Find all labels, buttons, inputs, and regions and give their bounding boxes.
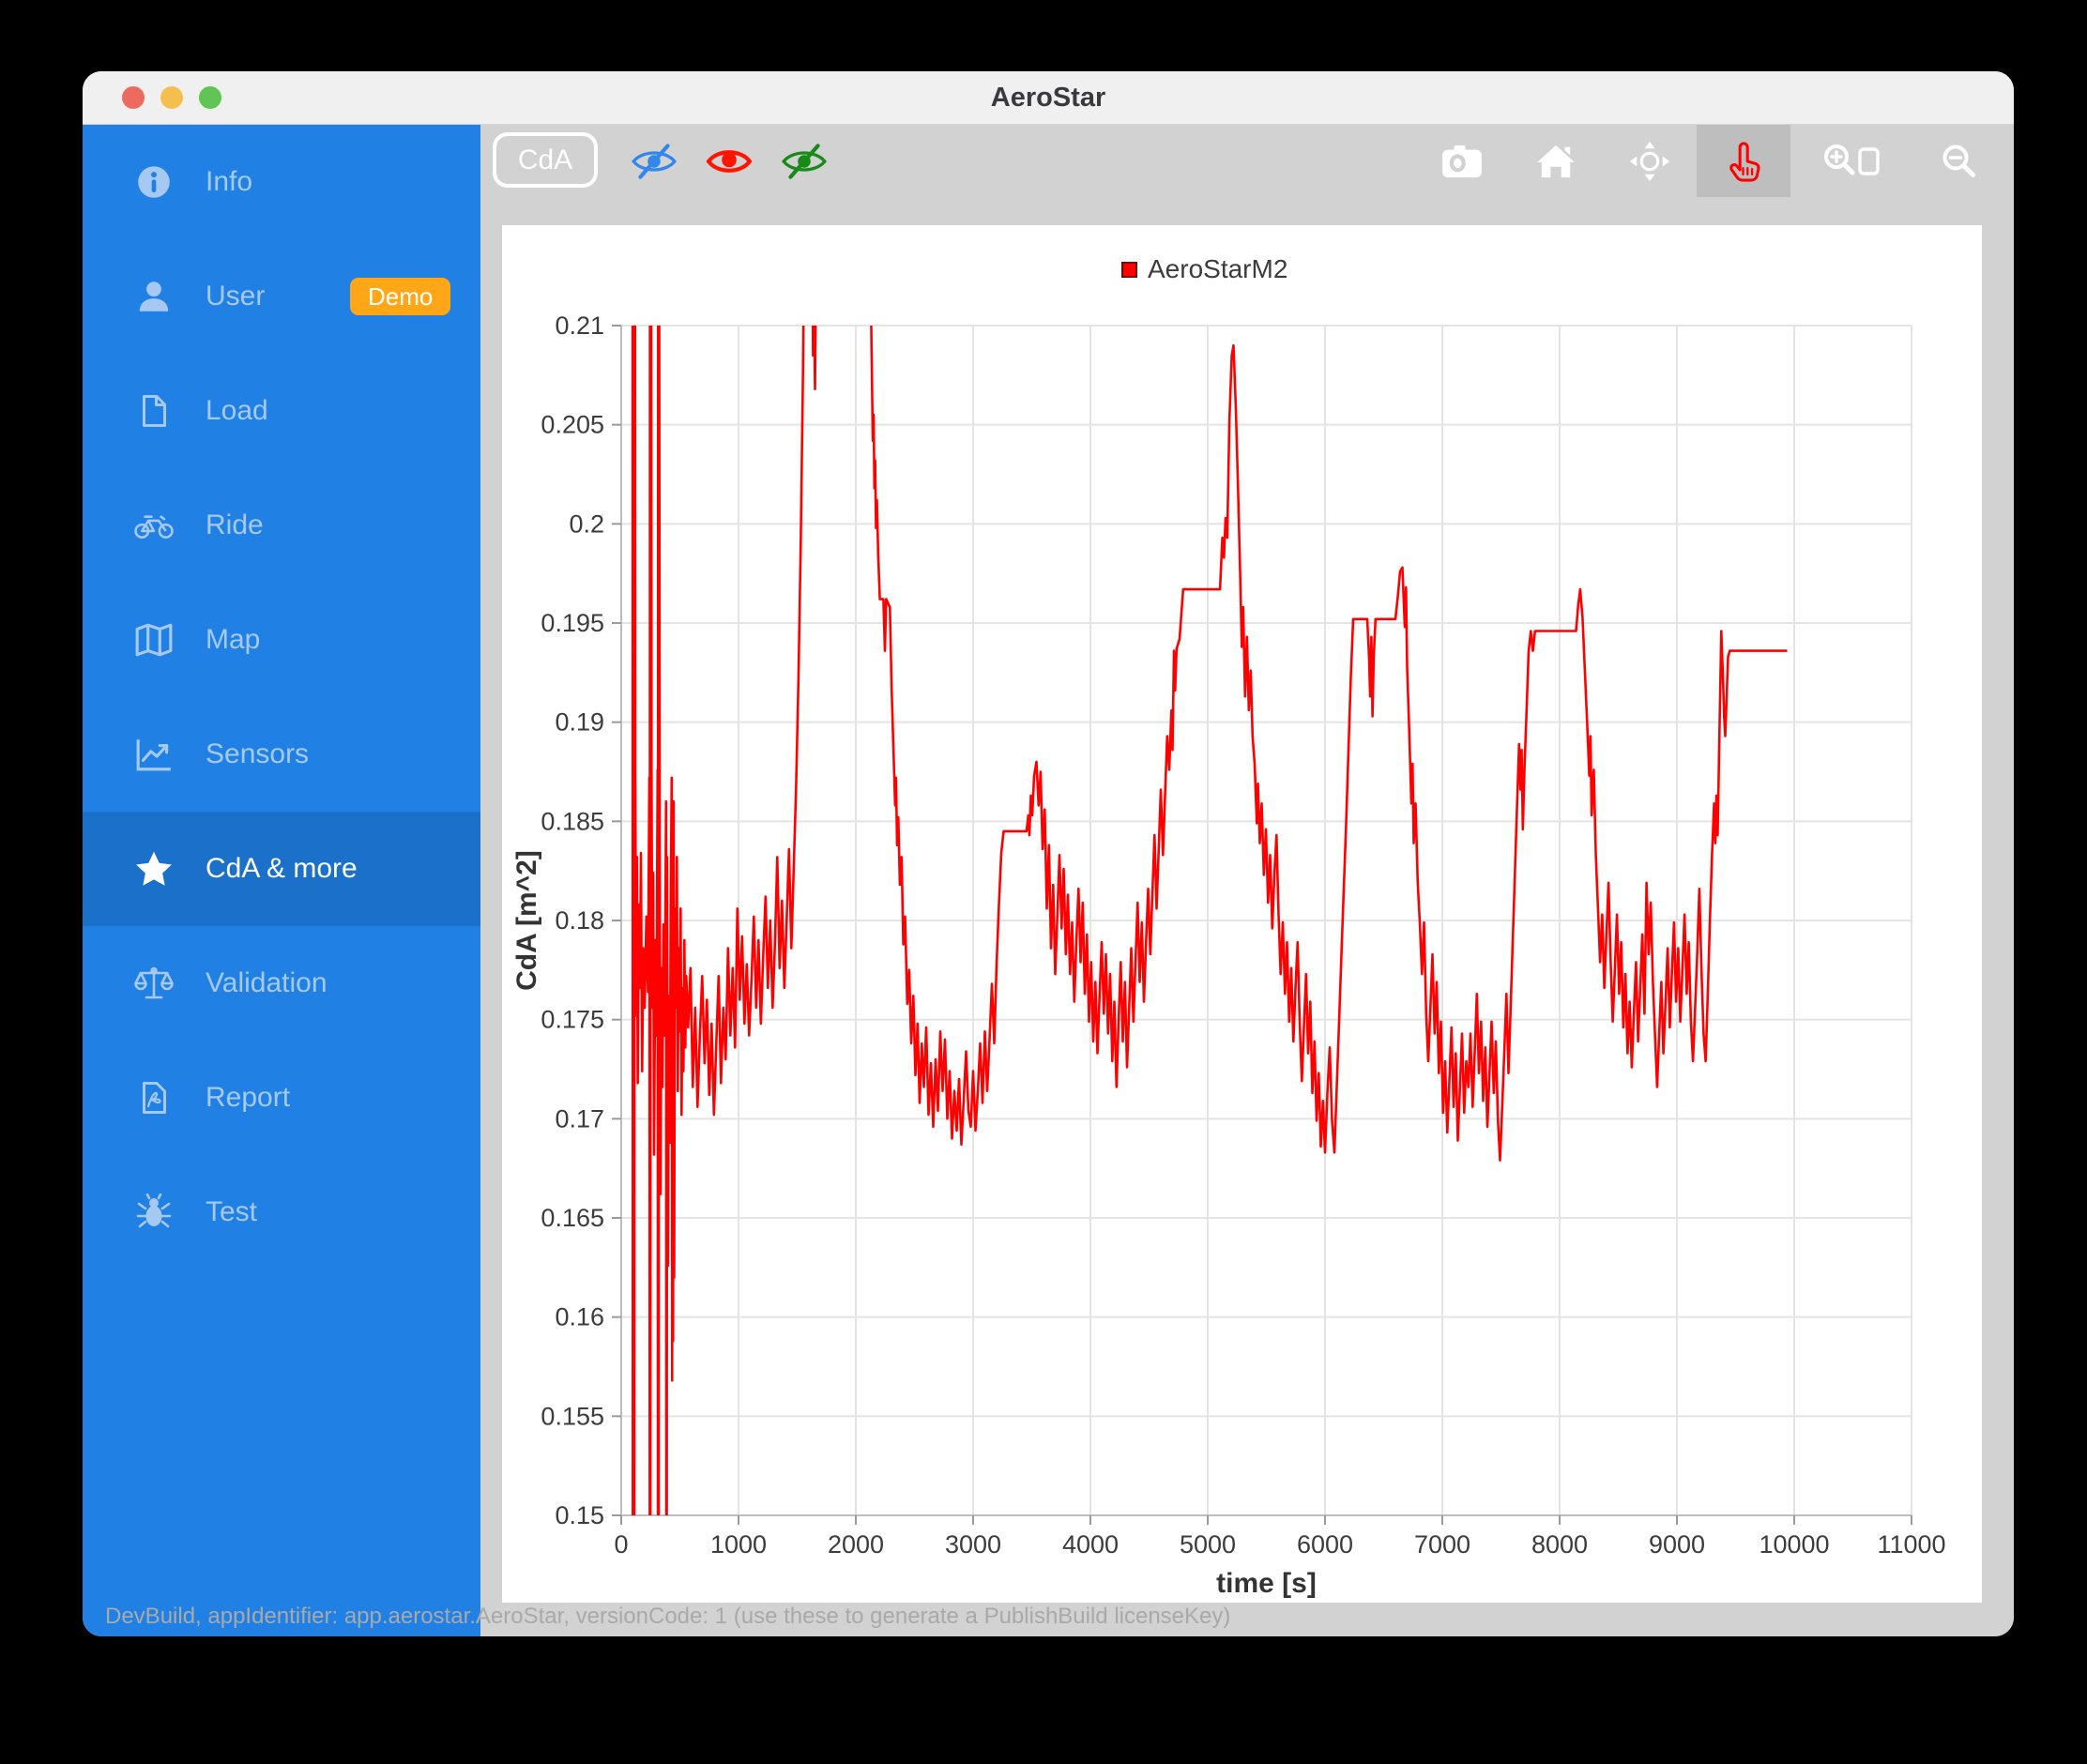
x-tick-label: 1000 [710,1530,767,1559]
y-tick-label: 0.16 [555,1303,604,1331]
x-tick-label: 9000 [1649,1530,1705,1559]
y-tick-label: 0.205 [541,411,604,439]
sidebar-item-load[interactable]: Load [83,354,480,468]
cda-button[interactable]: CdA [493,132,598,188]
toggle-series-blue-button[interactable] [617,143,692,180]
y-tick-label: 0.185 [541,807,604,835]
bug-icon [133,1192,175,1233]
sidebar-item-label: User [206,281,266,312]
close-button[interactable] [122,86,145,109]
x-tick-label: 11000 [1877,1530,1945,1559]
x-tick-label: 4000 [1062,1530,1119,1559]
sidebar-item-ride[interactable]: Ride [83,468,480,583]
home-icon [1535,144,1577,179]
x-tick-label: 8000 [1531,1530,1588,1559]
demo-badge: Demo [350,278,451,315]
sidebar-item-label: Map [206,624,261,655]
app-window: AeroStar Info User Demo Load Ride Map Sensors C… [83,71,2014,1636]
zoom-in-box-icon [1822,143,1881,180]
sidebar-item-label: Validation [206,967,328,998]
plot-toolbar: CdA [480,125,2014,200]
file-icon [133,390,175,432]
x-tick-label: 10000 [1759,1530,1829,1559]
pan-tool-button[interactable] [1697,125,1790,197]
sidebar-item-label: Ride [206,509,264,540]
sidebar-item-label: Sensors [206,738,310,769]
y-axis-label: CdA [m^2] [511,850,542,991]
info-icon [133,161,175,203]
chart-plot-area[interactable] [621,326,1912,1515]
y-tick-label: 0.165 [541,1204,604,1232]
user-icon [133,276,175,317]
minimize-button[interactable] [160,86,183,109]
x-tick-label: 3000 [945,1530,1001,1559]
x-tick-label: 7000 [1414,1530,1470,1559]
toggle-series-red-button[interactable] [692,143,767,180]
traffic-lights [122,71,221,124]
y-tick-label: 0.17 [555,1104,604,1133]
y-tick-label: 0.15 [555,1501,604,1529]
legend: AeroStarM2 [1121,254,1287,283]
eye-icon [706,143,753,180]
content-area: 0 1000 2000 3000 4000 5000 6000 7000 8000 9000 100… [480,197,2014,1636]
y-tick-label: 0.175 [541,1006,604,1034]
sidebar-item-label: Test [206,1196,258,1227]
sidebar-item-label: CdA & more [206,853,358,884]
sidebar-item-info[interactable]: Info [83,125,480,239]
home-view-button[interactable] [1509,125,1603,197]
toggle-series-green-button[interactable] [767,143,842,180]
window-title: AeroStar [990,82,1106,113]
x-tick-label: 0 [614,1530,628,1559]
zoom-out-button[interactable] [1912,125,2006,197]
sidebar: Info User Demo Load Ride Map Sensors CdA & more… [83,125,480,1636]
hand-icon [1724,140,1763,183]
x-tick-label: 2000 [828,1530,884,1559]
star-icon [133,848,175,890]
series-visibility-group [617,125,842,197]
titlebar: AeroStar [83,71,2014,125]
legend-label: AeroStarM2 [1148,254,1287,283]
plot-view-tools [1415,125,2006,197]
sidebar-item-label: Report [206,1082,291,1113]
sidebar-item-test[interactable]: Test [83,1155,480,1270]
y-tick-label: 0.21 [555,312,604,340]
sidebar-item-label: Info [206,166,253,197]
chart-line-icon [133,734,175,775]
balance-scale-icon [133,963,175,1004]
sidebar-item-validation[interactable]: Validation [83,926,480,1041]
sidebar-item-map[interactable]: Map [83,583,480,697]
snapshot-button[interactable] [1415,125,1509,197]
x-axis-label: time [s] [1216,1568,1317,1599]
sidebar-item-cda-more[interactable]: CdA & more [83,812,480,926]
move-view-button[interactable] [1603,125,1697,197]
bicycle-icon [133,505,175,546]
cda-chart[interactable]: 0 1000 2000 3000 4000 5000 6000 7000 8000 9000 100… [502,225,1982,1603]
build-info-text: DevBuild, appIdentifier: app.aerostar.Ae… [105,1604,1231,1629]
zoom-box-button[interactable] [1790,125,1912,197]
sidebar-item-label: Load [206,395,268,426]
zoom-out-icon [1941,143,1978,180]
camera-icon [1440,144,1484,179]
y-tick-label: 0.195 [541,609,604,637]
x-tick-label: 6000 [1297,1530,1353,1559]
eye-off-icon [631,143,678,180]
sidebar-item-sensors[interactable]: Sensors [83,697,480,812]
fullscreen-button[interactable] [199,86,221,109]
y-tick-label: 0.18 [555,906,604,935]
x-tick-label: 5000 [1180,1530,1236,1559]
y-tick-label: 0.2 [569,509,604,538]
chart-panel: 0 1000 2000 3000 4000 5000 6000 7000 8000 9000 100… [502,225,1982,1603]
y-tick-label: 0.19 [555,708,604,737]
file-pdf-icon [133,1077,175,1118]
eye-off-icon [781,143,828,180]
map-icon [133,619,175,661]
move-icon [1629,141,1670,182]
sidebar-item-report[interactable]: Report [83,1041,480,1155]
sidebar-item-user[interactable]: User Demo [83,239,480,354]
y-tick-label: 0.155 [541,1402,604,1430]
